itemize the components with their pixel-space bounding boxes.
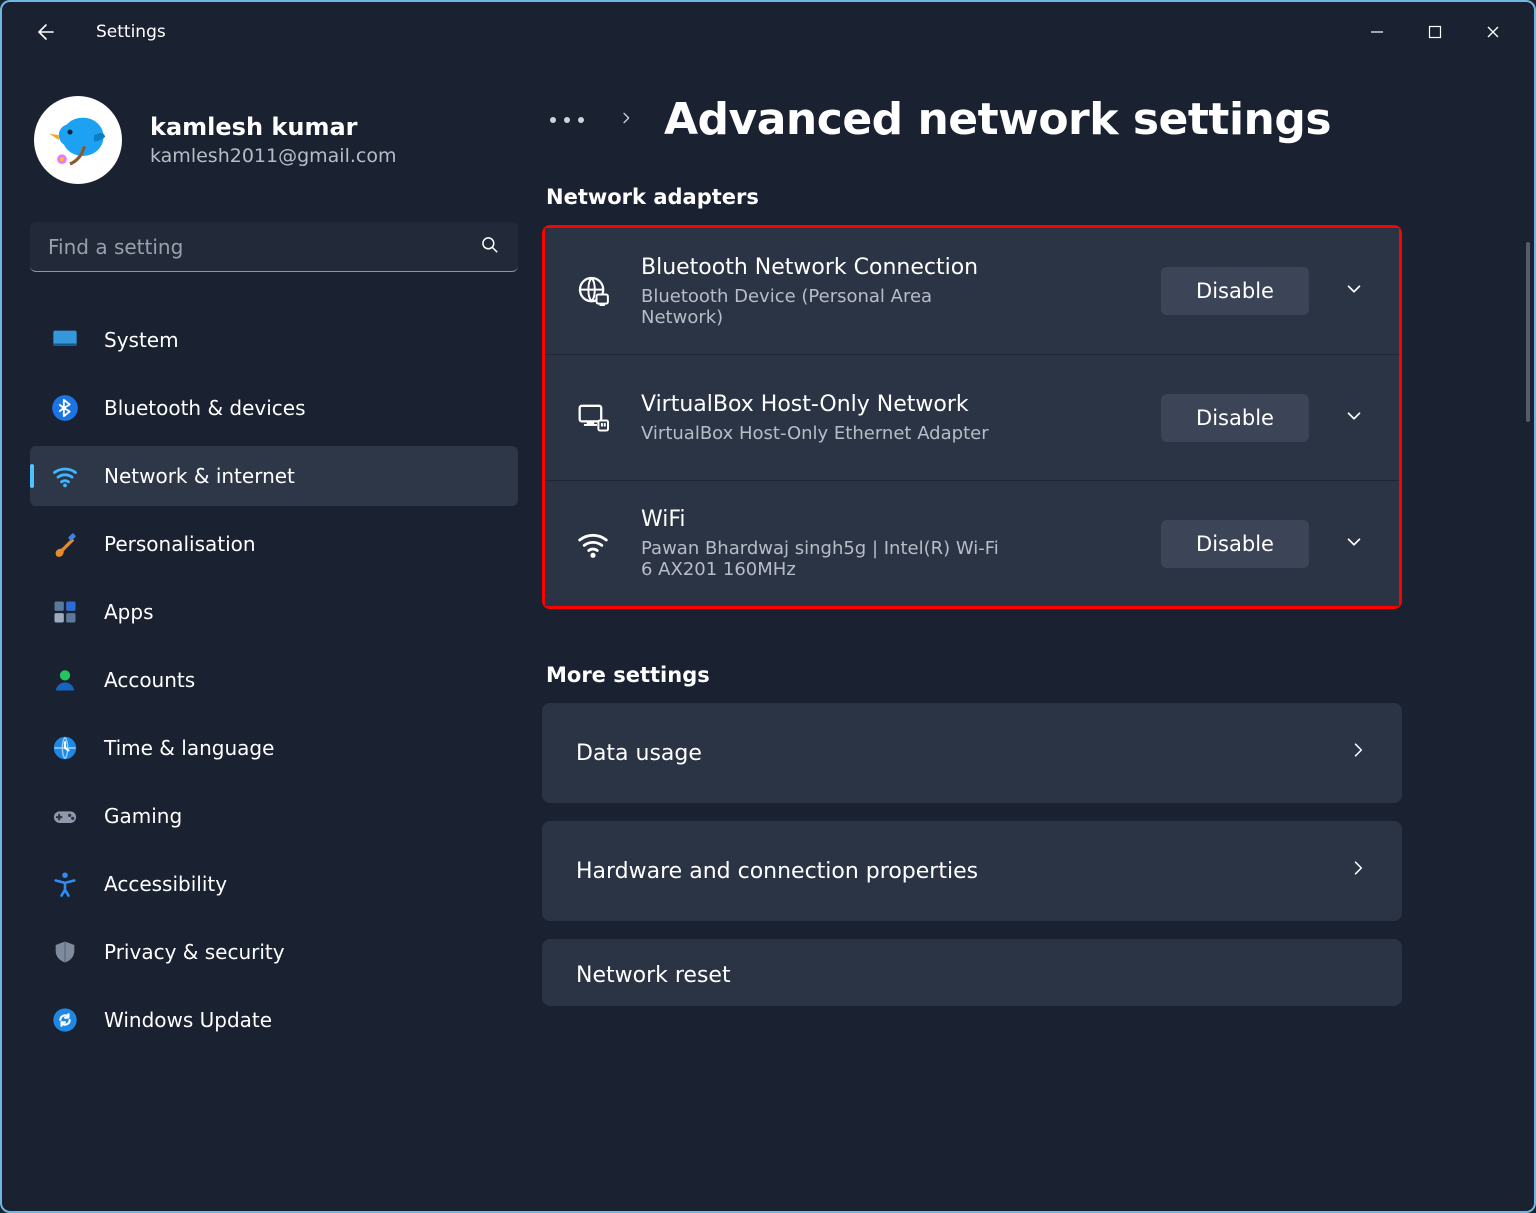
chevron-right-icon <box>1348 858 1368 884</box>
adapter-subtitle: VirtualBox Host-Only Ethernet Adapter <box>641 423 1001 444</box>
gamepad-icon <box>50 801 80 831</box>
page-title: Advanced network settings <box>664 94 1331 145</box>
shield-icon <box>50 937 80 967</box>
breadcrumb-more-button[interactable] <box>546 111 588 129</box>
sidebar-item-time[interactable]: Time & language <box>30 718 518 778</box>
adapters-highlight-box: Bluetooth Network Connection Bluetooth D… <box>542 225 1402 609</box>
apps-icon <box>50 597 80 627</box>
adapter-row-wifi[interactable]: WiFi Pawan Bhardwaj singh5g | Intel(R) W… <box>545 480 1399 606</box>
display-icon <box>50 325 80 355</box>
update-icon <box>50 1005 80 1035</box>
link-data-usage[interactable]: Data usage <box>542 703 1402 803</box>
link-hardware-properties[interactable]: Hardware and connection properties <box>542 821 1402 921</box>
chevron-right-icon <box>618 110 634 130</box>
link-label: Network reset <box>576 963 1368 988</box>
sidebar-item-label: Network & internet <box>104 464 295 488</box>
chevron-down-icon[interactable] <box>1337 399 1371 437</box>
sidebar-item-label: Accessibility <box>104 872 227 896</box>
scrollbar-thumb[interactable] <box>1526 242 1530 422</box>
link-network-reset[interactable]: Network reset <box>542 939 1402 1006</box>
disable-button[interactable]: Disable <box>1161 520 1309 568</box>
sidebar: kamlesh kumar kamlesh2011@gmail.com Syst… <box>2 62 542 1211</box>
sidebar-item-accessibility[interactable]: Accessibility <box>30 854 518 914</box>
sidebar-item-label: Gaming <box>104 804 182 828</box>
sidebar-item-label: Windows Update <box>104 1008 272 1032</box>
adapter-row-virtualbox[interactable]: VirtualBox Host-Only Network VirtualBox … <box>545 354 1399 480</box>
sidebar-item-apps[interactable]: Apps <box>30 582 518 642</box>
maximize-button[interactable] <box>1406 11 1464 53</box>
sidebar-item-label: Privacy & security <box>104 940 285 964</box>
sidebar-item-label: Personalisation <box>104 532 256 556</box>
breadcrumb: Advanced network settings <box>542 94 1516 145</box>
wifi-bars-icon <box>573 527 613 561</box>
search-icon <box>480 235 500 259</box>
sidebar-item-gaming[interactable]: Gaming <box>30 786 518 846</box>
sidebar-item-label: Time & language <box>104 736 274 760</box>
sidebar-item-bluetooth[interactable]: Bluetooth & devices <box>30 378 518 438</box>
section-title-adapters: Network adapters <box>546 185 1516 209</box>
chevron-right-icon <box>1348 740 1368 766</box>
adapter-subtitle: Bluetooth Device (Personal Area Network) <box>641 286 1001 328</box>
chevron-down-icon[interactable] <box>1337 525 1371 563</box>
wifi-icon <box>50 461 80 491</box>
minimize-button[interactable] <box>1348 11 1406 53</box>
titlebar: Settings <box>2 2 1534 62</box>
sidebar-item-privacy[interactable]: Privacy & security <box>30 922 518 982</box>
sidebar-item-accounts[interactable]: Accounts <box>30 650 518 710</box>
ethernet-monitor-icon <box>573 401 613 435</box>
window-controls <box>1348 11 1522 53</box>
app-title: Settings <box>96 22 166 42</box>
chevron-down-icon[interactable] <box>1337 272 1371 310</box>
adapter-subtitle: Pawan Bhardwaj singh5g | Intel(R) Wi-Fi … <box>641 538 1001 580</box>
profile-block[interactable]: kamlesh kumar kamlesh2011@gmail.com <box>30 90 518 192</box>
adapter-title: Bluetooth Network Connection <box>641 255 1133 280</box>
disable-button[interactable]: Disable <box>1161 267 1309 315</box>
section-title-more: More settings <box>546 663 1516 687</box>
sidebar-item-label: Bluetooth & devices <box>104 396 306 420</box>
adapter-title: WiFi <box>641 507 1133 532</box>
bluetooth-icon <box>50 393 80 423</box>
paintbrush-icon <box>50 529 80 559</box>
disable-button[interactable]: Disable <box>1161 394 1309 442</box>
link-label: Data usage <box>576 741 702 766</box>
avatar <box>34 96 122 184</box>
sidebar-item-label: System <box>104 328 179 352</box>
clock-globe-icon <box>50 733 80 763</box>
person-icon <box>50 665 80 695</box>
link-label: Hardware and connection properties <box>576 859 978 884</box>
globe-network-icon <box>573 274 613 308</box>
close-button[interactable] <box>1464 11 1522 53</box>
profile-name: kamlesh kumar <box>150 113 396 142</box>
accessibility-icon <box>50 869 80 899</box>
sidebar-item-network[interactable]: Network & internet <box>30 446 518 506</box>
profile-email: kamlesh2011@gmail.com <box>150 145 396 167</box>
adapter-row-bluetooth[interactable]: Bluetooth Network Connection Bluetooth D… <box>545 228 1399 354</box>
content-pane: Advanced network settings Network adapte… <box>542 62 1534 1211</box>
scrollbar[interactable] <box>1526 242 1530 1187</box>
sidebar-item-personalisation[interactable]: Personalisation <box>30 514 518 574</box>
back-button[interactable] <box>28 16 60 48</box>
sidebar-nav: System Bluetooth & devices Network & int… <box>30 306 518 1054</box>
avatar-bird-icon <box>38 100 118 180</box>
sidebar-item-label: Accounts <box>104 668 195 692</box>
search-input[interactable] <box>30 222 518 272</box>
sidebar-item-label: Apps <box>104 600 154 624</box>
sidebar-item-update[interactable]: Windows Update <box>30 990 518 1050</box>
adapter-title: VirtualBox Host-Only Network <box>641 392 1133 417</box>
sidebar-item-system[interactable]: System <box>30 310 518 370</box>
